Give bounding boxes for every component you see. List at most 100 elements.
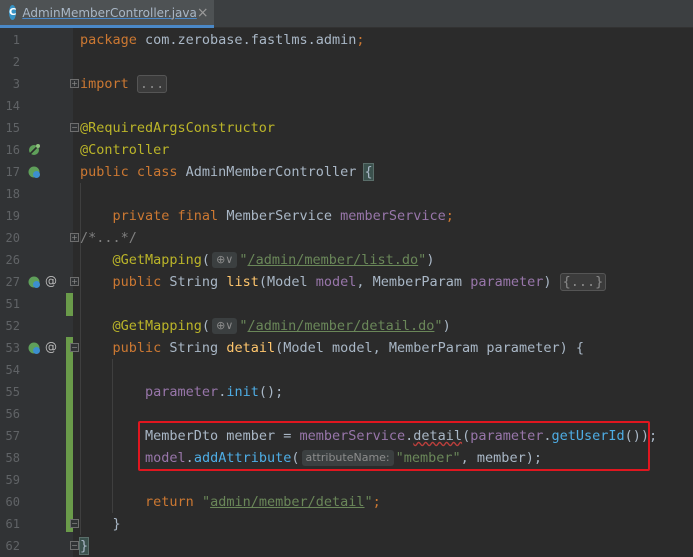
code-token: " xyxy=(364,494,373,510)
code-token: @GetMapping xyxy=(112,252,202,268)
code-token: ; xyxy=(372,494,381,510)
inlay-hint[interactable]: ⊕∨ xyxy=(212,318,238,334)
line-number: 54 xyxy=(5,363,20,377)
line-number: 53 xyxy=(5,341,20,355)
code-text[interactable]: } xyxy=(78,535,90,557)
code-line[interactable]: 26 @GetMapping(⊕∨ "/admin/member/list.do"… xyxy=(0,249,693,271)
close-tab-icon[interactable]: × xyxy=(197,5,209,21)
line-number: 26 xyxy=(5,253,20,267)
code-token: , MemberParam xyxy=(356,274,471,290)
tab-label: AdminMemberController.java xyxy=(22,5,197,20)
code-token: @RequiredArgsConstructor xyxy=(80,120,276,136)
code-token: } xyxy=(78,537,90,555)
code-token: AdminMemberController xyxy=(185,164,365,180)
fold-toggle-icon[interactable]: + xyxy=(70,233,79,242)
fold-toggle-icon[interactable]: + xyxy=(70,277,79,286)
code-line[interactable]: 18 xyxy=(0,183,693,205)
code-line[interactable]: 27 public String list(Model model, Membe… xyxy=(0,271,693,293)
code-line[interactable]: 55 parameter.init(); xyxy=(0,381,693,403)
code-text[interactable]: public String detail(Model model, Member… xyxy=(80,337,584,359)
code-token: /*...*/ xyxy=(80,230,137,246)
code-text[interactable]: import ... xyxy=(80,73,168,95)
code-text[interactable]: @Controller xyxy=(80,139,169,161)
code-text[interactable]: public class AdminMemberController { xyxy=(80,161,374,183)
code-text[interactable]: } xyxy=(80,513,121,535)
code-token: ) xyxy=(543,274,560,290)
web-endpoint-icon[interactable]: @ xyxy=(45,270,57,292)
red-annotation-box xyxy=(138,421,650,471)
code-line[interactable]: 51 xyxy=(0,293,693,315)
code-token: return xyxy=(145,494,202,510)
bean-icon[interactable] xyxy=(27,143,41,157)
code-text[interactable]: public String list(Model model, MemberPa… xyxy=(80,271,607,293)
inlay-hint[interactable]: ⊕∨ xyxy=(212,252,238,268)
code-text[interactable]: package com.zerobase.fastlms.admin; xyxy=(80,29,365,51)
code-line[interactable]: 15 @RequiredArgsConstructor xyxy=(0,117,693,139)
line-number: 59 xyxy=(5,473,20,487)
code-token: " xyxy=(434,318,443,334)
code-token: { xyxy=(363,163,374,181)
code-text[interactable]: private final MemberService memberServic… xyxy=(80,205,454,227)
code-text[interactable]: /*...*/ xyxy=(80,227,137,249)
code-text[interactable]: @RequiredArgsConstructor xyxy=(80,117,275,139)
code-token: parameter xyxy=(470,274,544,290)
bean-run-icon[interactable] xyxy=(27,165,41,179)
fold-toggle-icon[interactable]: − xyxy=(70,343,79,352)
code-token: /admin/member/detail.do xyxy=(247,318,435,334)
code-text[interactable]: return "admin/member/detail"; xyxy=(80,491,381,513)
code-line[interactable]: 54 xyxy=(0,359,693,381)
fold-toggle-icon[interactable]: − xyxy=(70,519,79,528)
code-token: import xyxy=(80,76,137,92)
line-number: 17 xyxy=(5,165,20,179)
code-text[interactable]: @GetMapping(⊕∨ "/admin/member/list.do") xyxy=(80,249,434,271)
folded-region[interactable]: {...} xyxy=(559,273,607,291)
code-line[interactable]: 2 xyxy=(0,51,693,73)
tab-admin-member-controller[interactable]: C AdminMemberController.java × xyxy=(0,0,214,28)
line-number: 52 xyxy=(5,319,20,333)
code-token: } xyxy=(80,516,121,532)
code-line[interactable]: 59 xyxy=(0,469,693,491)
code-token: ; xyxy=(356,32,365,48)
editor-tab-bar: C AdminMemberController.java × xyxy=(0,0,693,28)
code-line[interactable]: 19 private final MemberService memberSer… xyxy=(0,205,693,227)
line-number: 1 xyxy=(12,33,20,47)
code-line[interactable]: 53 public String detail(Model model, Mem… xyxy=(0,337,693,359)
bean-run-icon[interactable] xyxy=(27,341,41,355)
line-number: 58 xyxy=(5,451,20,465)
line-number: 2 xyxy=(12,55,20,69)
code-text[interactable]: @GetMapping(⊕∨ "/admin/member/detail.do") xyxy=(80,315,451,337)
code-token: (Model model, MemberParam parameter) { xyxy=(275,340,584,356)
code-token: (); xyxy=(258,384,284,400)
web-endpoint-icon[interactable]: @ xyxy=(45,336,57,358)
line-number: 55 xyxy=(5,385,20,399)
code-line[interactable]: 17 public class AdminMemberController { xyxy=(0,161,693,183)
code-line[interactable]: 52 @GetMapping(⊕∨ "/admin/member/detail.d… xyxy=(0,315,693,337)
bean-run-icon[interactable] xyxy=(27,275,41,289)
code-token: public xyxy=(112,274,170,290)
code-line[interactable]: 61 } xyxy=(0,513,693,535)
line-number: 60 xyxy=(5,495,20,509)
code-line[interactable]: 16 @Controller xyxy=(0,139,693,161)
folded-region[interactable]: ... xyxy=(136,75,168,93)
code-line[interactable]: 14 xyxy=(0,95,693,117)
code-line[interactable]: 1 package com.zerobase.fastlms.admin; xyxy=(0,29,693,51)
code-line[interactable]: 20 /*...*/ xyxy=(0,227,693,249)
fold-toggle-icon[interactable]: − xyxy=(70,123,79,132)
code-line[interactable]: 3 import ... xyxy=(0,73,693,95)
fold-toggle-icon[interactable]: − xyxy=(70,541,79,550)
code-token: package xyxy=(80,32,146,48)
code-text[interactable]: parameter.init(); xyxy=(80,381,283,403)
code-line[interactable]: 60 return "admin/member/detail"; xyxy=(0,491,693,513)
fold-toggle-icon[interactable]: + xyxy=(70,79,79,88)
code-editor[interactable]: 1 package com.zerobase.fastlms.admin; 2 3 im… xyxy=(0,29,693,557)
code-line[interactable]: 62} xyxy=(0,535,693,557)
code-token: /admin/member/list.do xyxy=(247,252,419,268)
